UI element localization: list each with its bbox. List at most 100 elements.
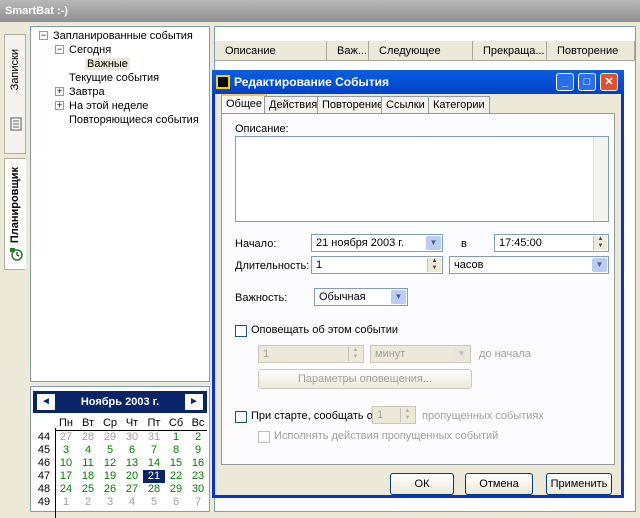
tree-item-important[interactable]: Важные <box>85 57 130 71</box>
tree-item-this-week[interactable]: + На этой неделе <box>55 99 148 113</box>
column-header-next[interactable]: Следующее <box>369 41 473 61</box>
calendar-day[interactable]: 5 <box>143 496 165 509</box>
calendar-day[interactable]: 9 <box>187 444 209 457</box>
time-spinner-icon[interactable]: ▲ ▼ <box>593 236 607 250</box>
collapse-icon[interactable]: − <box>39 31 48 40</box>
minimize-icon[interactable]: _ <box>556 73 574 91</box>
notify-stepper[interactable]: 1 ▲ ▼ <box>258 345 364 363</box>
calendar-day[interactable]: 6 <box>165 496 187 509</box>
calendar-day[interactable]: 27 <box>121 483 143 496</box>
duration-stepper[interactable]: 1 ▲ ▼ <box>311 256 443 274</box>
calendar-day[interactable]: 7 <box>143 444 165 457</box>
startup-spinner-icon[interactable]: ▲ ▼ <box>400 408 414 422</box>
duration-spinner-icon[interactable]: ▲ ▼ <box>427 258 441 272</box>
calendar-day[interactable]: 12 <box>99 457 121 470</box>
calendar-day[interactable]: 17 <box>55 470 77 483</box>
calendar-day[interactable]: 4 <box>77 444 99 457</box>
calendar-day[interactable]: 5 <box>99 444 121 457</box>
tab-scheduler[interactable]: Планировщик <box>4 158 26 270</box>
event-tree[interactable]: − Запланированные события − Сегодня Важн… <box>30 26 210 382</box>
calendar-day[interactable]: 28 <box>143 483 165 496</box>
calendar-day[interactable]: 31 <box>143 431 165 444</box>
apply-button[interactable]: Применить <box>546 473 612 495</box>
tree-item-scheduled[interactable]: − Запланированные события <box>39 29 193 43</box>
calendar-day[interactable]: 2 <box>77 496 99 509</box>
calendar-day[interactable]: 6 <box>121 444 143 457</box>
calendar-day[interactable]: 20 <box>121 470 143 483</box>
calendar-day[interactable]: 15 <box>165 457 187 470</box>
notify-spinner-icon[interactable]: ▲ ▼ <box>348 347 362 361</box>
start-time-field[interactable]: 17:45:00 ▲ ▼ <box>494 234 609 252</box>
expand-icon[interactable]: + <box>55 87 64 96</box>
calendar-day[interactable]: 11 <box>77 457 99 470</box>
run-missed-checkbox[interactable] <box>258 431 270 443</box>
calendar-day[interactable]: 27 <box>55 431 77 444</box>
tree-item-current[interactable]: Текущие события <box>69 71 159 85</box>
next-month-button[interactable]: ► <box>185 394 203 410</box>
tab-general[interactable]: Общее <box>221 94 268 114</box>
notify-params-button[interactable]: Параметры оповещения... <box>258 369 472 389</box>
description-scrollbar[interactable] <box>593 137 608 221</box>
dialog-title-bar[interactable]: Редактирование События _ □ ✕ <box>212 70 624 94</box>
expand-icon[interactable]: + <box>55 101 64 110</box>
description-textarea[interactable] <box>235 136 609 222</box>
calendar-day[interactable]: 7 <box>187 496 209 509</box>
tab-recurrence[interactable]: Повторение <box>317 96 389 113</box>
collapse-icon[interactable]: − <box>55 45 64 54</box>
tab-links[interactable]: Ссылки <box>381 96 430 113</box>
tab-categories[interactable]: Категории <box>428 96 490 113</box>
calendar-day[interactable]: 1 <box>165 431 187 444</box>
chevron-down-icon[interactable]: ▼ <box>391 290 406 304</box>
tree-item-recurring[interactable]: Повторяющиеся события <box>69 113 199 127</box>
importance-value: Обычная <box>319 291 366 303</box>
calendar-day[interactable]: 1 <box>55 496 77 509</box>
calendar-day[interactable]: 26 <box>99 483 121 496</box>
chevron-down-icon[interactable]: ▼ <box>592 258 607 272</box>
calendar-day[interactable]: 3 <box>99 496 121 509</box>
calendar-day[interactable]: 22 <box>165 470 187 483</box>
calendar-day[interactable]: 29 <box>165 483 187 496</box>
chevron-down-icon[interactable]: ▼ <box>426 236 441 250</box>
calendar-day[interactable]: 25 <box>77 483 99 496</box>
maximize-icon[interactable]: □ <box>578 73 596 91</box>
week-number: 45 <box>37 444 51 456</box>
calendar-day[interactable]: 24 <box>55 483 77 496</box>
calendar-day[interactable]: 16 <box>187 457 209 470</box>
calendar-day[interactable]: 2 <box>187 431 209 444</box>
notify-unit-select[interactable]: минут ▼ <box>370 345 471 363</box>
prev-month-button[interactable]: ◄ <box>37 394 55 410</box>
startup-stepper[interactable]: 1 ▲ ▼ <box>372 406 416 424</box>
column-header-importance[interactable]: Важ... <box>327 41 369 61</box>
calendar-day[interactable]: 3 <box>55 444 77 457</box>
calendar-day[interactable]: 10 <box>55 457 77 470</box>
calendar-day[interactable]: 23 <box>187 470 209 483</box>
tab-notes[interactable]: Записки <box>4 34 26 154</box>
calendar-day[interactable]: 18 <box>77 470 99 483</box>
month-calendar[interactable]: Ноябрь 2003 г. ◄ ► Пн Вт Ср Чт Пт Сб Вс 44 27 28 2… <box>30 386 210 518</box>
column-header-description[interactable]: Описание <box>215 41 327 61</box>
importance-select[interactable]: Обычная ▼ <box>314 288 408 306</box>
calendar-day[interactable]: 30 <box>121 431 143 444</box>
calendar-day[interactable]: 13 <box>121 457 143 470</box>
calendar-day[interactable]: 29 <box>99 431 121 444</box>
calendar-day[interactable]: 4 <box>121 496 143 509</box>
calendar-day[interactable]: 28 <box>77 431 99 444</box>
calendar-day[interactable]: 8 <box>165 444 187 457</box>
notify-checkbox[interactable] <box>235 325 247 337</box>
cancel-button[interactable]: Отмена <box>465 473 533 495</box>
calendar-day-selected[interactable]: 21 <box>143 470 165 483</box>
column-header-ends[interactable]: Прекраща... <box>473 41 547 61</box>
duration-unit-select[interactable]: часов ▼ <box>449 256 609 274</box>
tree-item-tomorrow[interactable]: + Завтра <box>55 85 105 99</box>
startup-checkbox[interactable] <box>235 411 247 423</box>
column-header-recurrence[interactable]: Повторение <box>547 41 635 61</box>
tree-item-today[interactable]: − Сегодня <box>55 43 111 57</box>
tab-actions[interactable]: Действия <box>264 96 323 113</box>
calendar-day[interactable]: 14 <box>143 457 165 470</box>
start-date-picker[interactable]: 21 ноября 2003 г. ▼ <box>311 234 443 252</box>
calendar-day[interactable]: 30 <box>187 483 209 496</box>
calendar-day[interactable]: 19 <box>99 470 121 483</box>
chevron-down-icon[interactable]: ▼ <box>454 347 469 361</box>
close-icon[interactable]: ✕ <box>600 73 618 91</box>
ok-button[interactable]: ОК <box>390 473 454 495</box>
